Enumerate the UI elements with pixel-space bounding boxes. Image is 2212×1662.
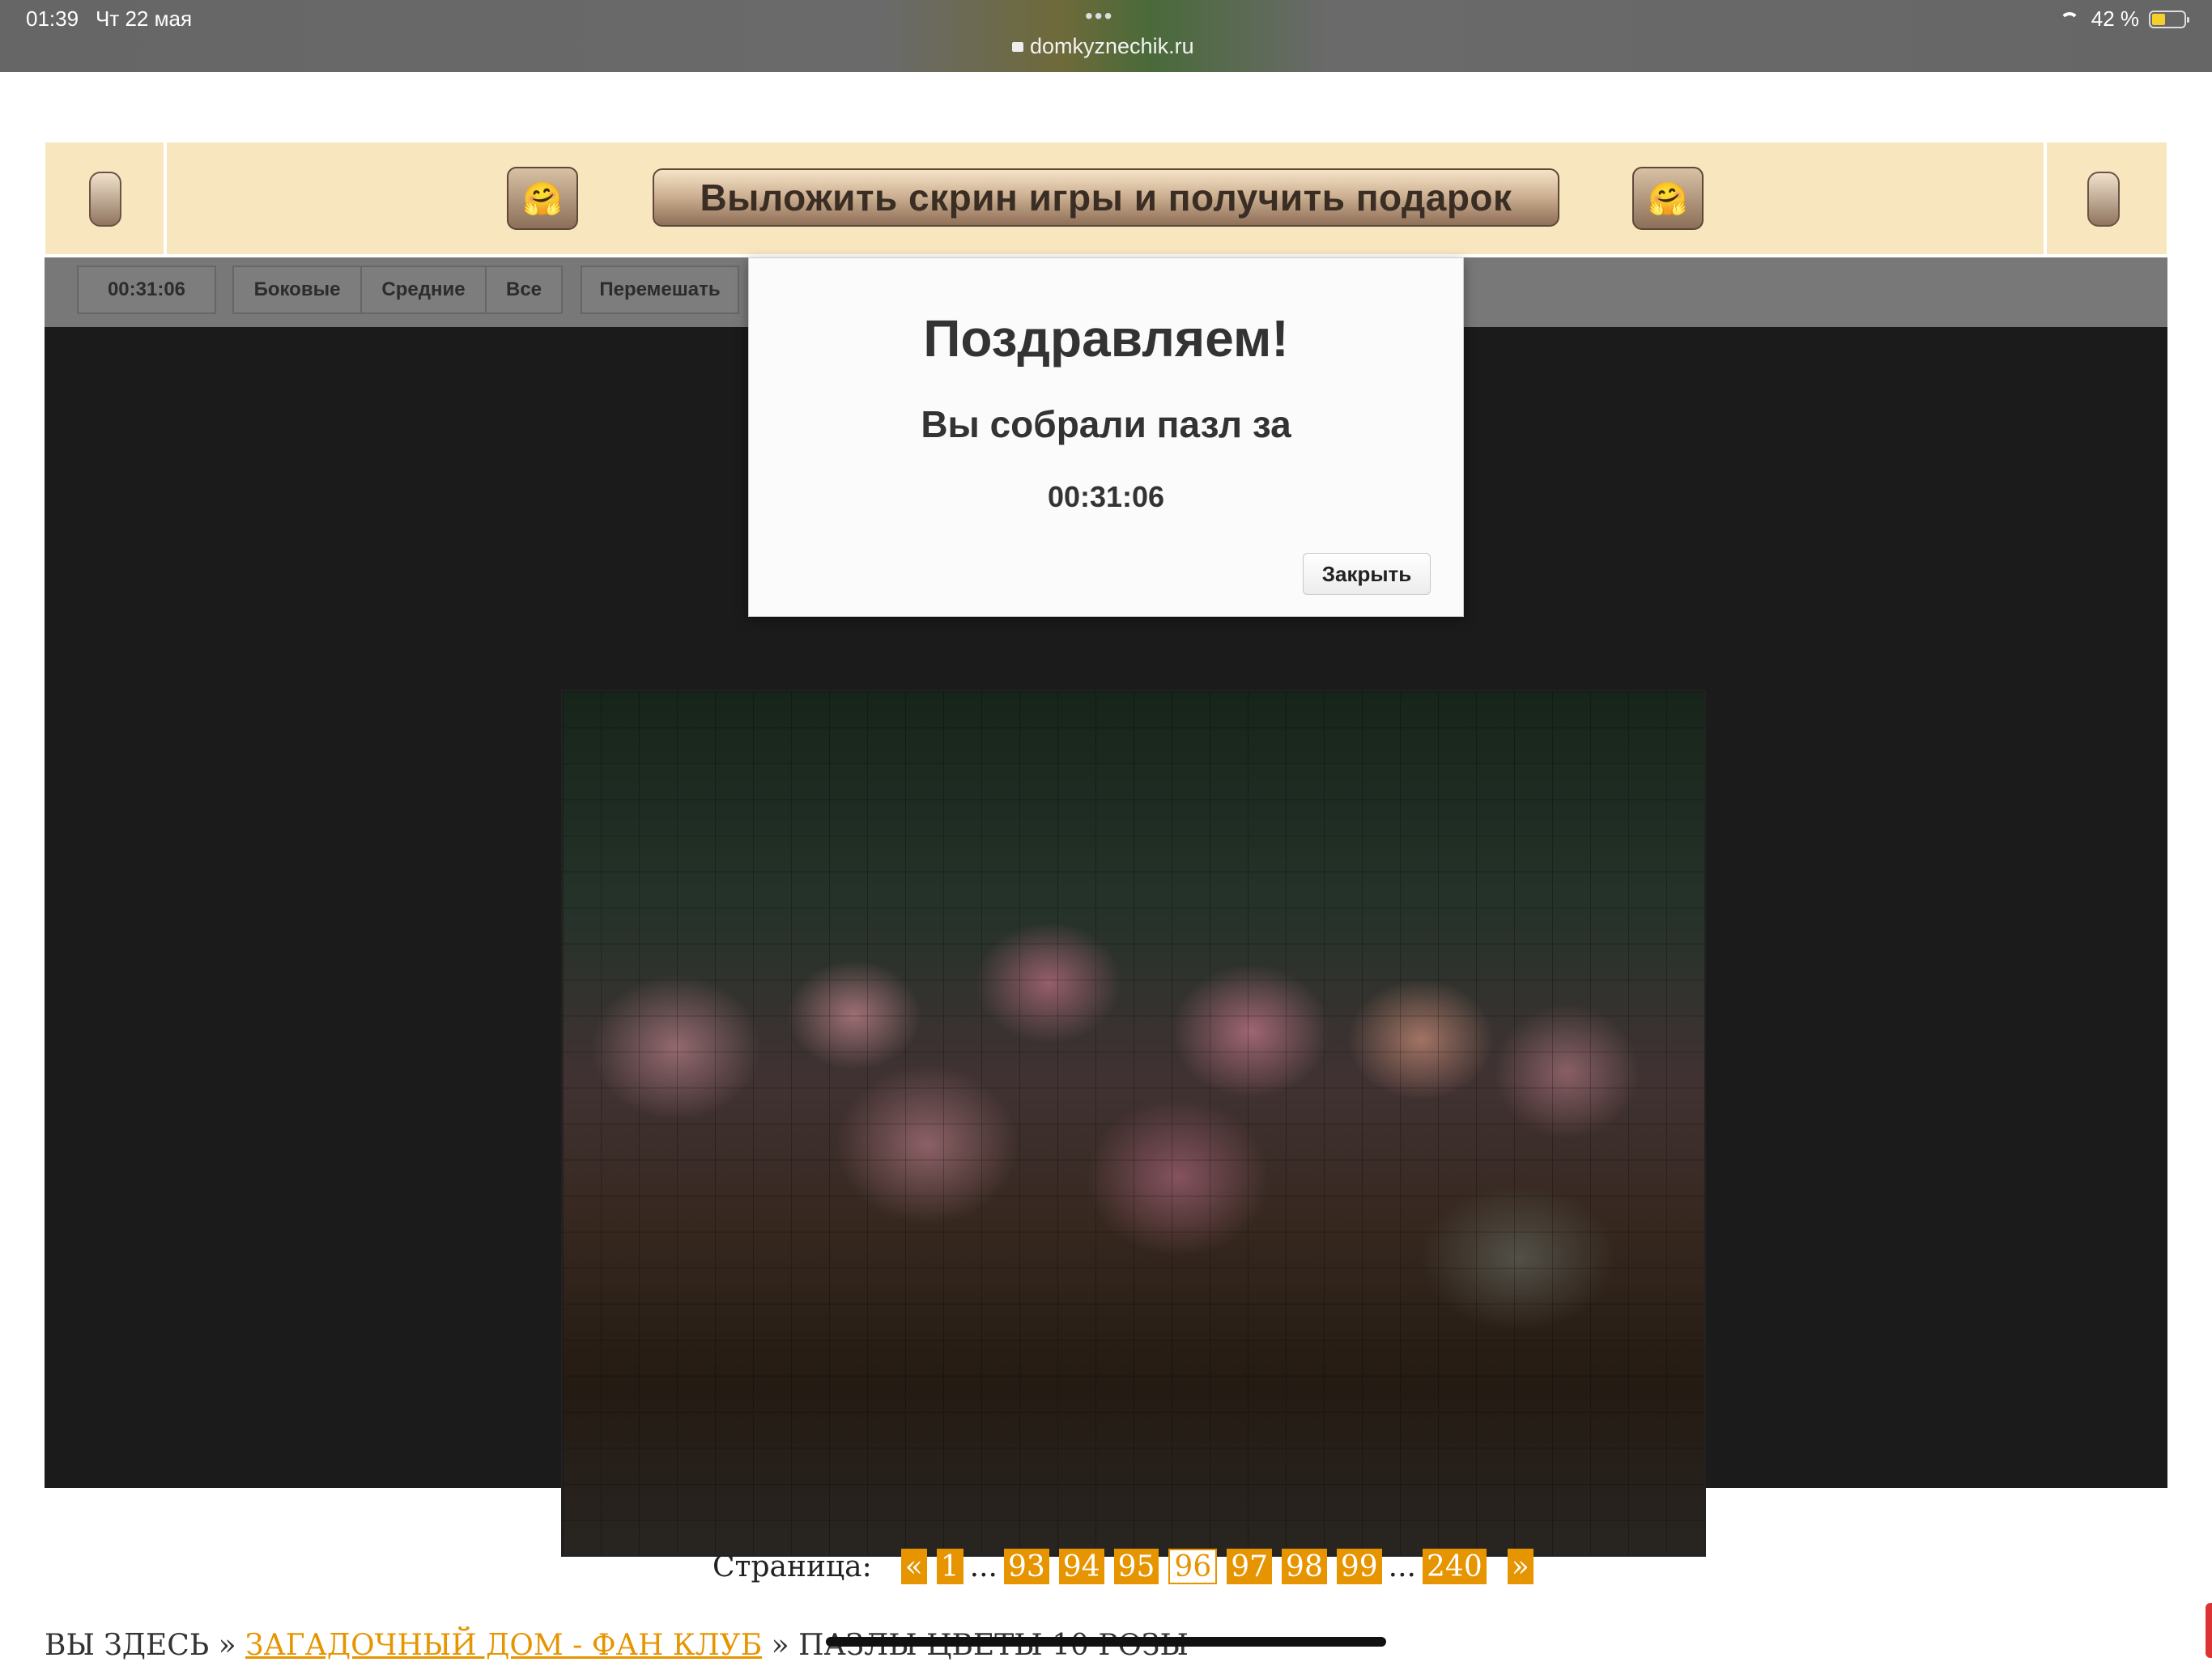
status-date: Чт 22 мая xyxy=(96,6,193,31)
page-link-1[interactable]: 1 xyxy=(936,1549,963,1584)
banner-scroll-right-handle[interactable] xyxy=(2087,172,2120,227)
assembled-puzzle-image[interactable] xyxy=(563,691,1704,1555)
page-link-99[interactable]: 99 xyxy=(1336,1549,1382,1584)
edge-tab xyxy=(2206,1603,2212,1658)
home-indicator[interactable] xyxy=(826,1637,1386,1647)
page-link-97[interactable]: 97 xyxy=(1227,1549,1273,1584)
congratulations-dialog: Поздравляем! Вы собрали пазл за 00:31:06… xyxy=(748,257,1464,617)
address-bar[interactable]: domkyznechik.ru xyxy=(1012,34,1194,59)
status-bar: 01:39 Чт 22 мая ••• domkyznechik.ru 42 % xyxy=(0,0,2212,72)
promo-banner: 🤗 Выложить скрин игры и получить подарок… xyxy=(45,142,2167,254)
breadcrumb-separator: » xyxy=(771,1629,789,1662)
shuffle-button[interactable]: Перемешать xyxy=(581,266,739,314)
battery-percent: 42 % xyxy=(2091,6,2139,31)
lock-icon xyxy=(1012,42,1023,52)
page-link-240[interactable]: 240 xyxy=(1423,1549,1487,1584)
filter-middle-button[interactable]: Средние xyxy=(360,266,487,314)
page-link-94[interactable]: 94 xyxy=(1058,1549,1104,1584)
hugging-face-emoji-icon[interactable]: 🤗 xyxy=(507,167,578,230)
next-page-link[interactable]: » xyxy=(1507,1549,1534,1584)
dialog-time: 00:31:06 xyxy=(1047,480,1165,513)
breadcrumb-prefix: ВЫ ЗДЕСЬ xyxy=(45,1629,210,1662)
pagination-label: Страница: xyxy=(713,1549,872,1583)
timer-display: 00:31:06 xyxy=(77,266,216,314)
post-screenshot-gift-button[interactable]: Выложить скрин игры и получить подарок xyxy=(653,168,1559,227)
filter-edge-button[interactable]: Боковые xyxy=(232,266,362,314)
battery-fill xyxy=(2152,13,2165,25)
battery-icon xyxy=(2149,10,2189,28)
current-page-96: 96 xyxy=(1168,1549,1218,1584)
pagination: Страница: « 1 ... 93 94 95 96 97 98 99 .… xyxy=(713,1548,1538,1585)
close-button[interactable]: Закрыть xyxy=(1303,553,1431,595)
dialog-subtitle: Вы собрали пазл за xyxy=(921,403,1291,445)
filter-all-button[interactable]: Все xyxy=(485,266,563,314)
status-right: 42 % xyxy=(2057,6,2189,32)
banner-divider-left xyxy=(164,142,167,254)
prev-page-link[interactable]: « xyxy=(900,1549,927,1584)
status-time: 01:39 xyxy=(26,6,79,31)
dialog-title: Поздравляем! xyxy=(923,309,1289,368)
page-link-98[interactable]: 98 xyxy=(1282,1549,1327,1584)
url-text: domkyznechik.ru xyxy=(1030,34,1194,58)
banner-divider-right xyxy=(2044,142,2047,254)
wifi-icon xyxy=(2057,11,2082,28)
modal-backdrop xyxy=(563,691,1704,1555)
page-link-93[interactable]: 93 xyxy=(1003,1549,1049,1584)
pagination-ellipsis: ... xyxy=(1388,1549,1417,1583)
hugging-face-emoji-icon-right[interactable]: 🤗 xyxy=(1632,167,1704,230)
multitask-dots-icon[interactable]: ••• xyxy=(1085,3,1113,29)
pagination-ellipsis: ... xyxy=(969,1549,998,1583)
banner-scroll-left-handle[interactable] xyxy=(89,172,121,227)
page-link-95[interactable]: 95 xyxy=(1113,1549,1159,1584)
breadcrumb-separator: » xyxy=(218,1629,236,1662)
breadcrumb-link-fan-club[interactable]: ЗАГАДОЧНЫЙ ДОМ - ФАН КЛУБ xyxy=(245,1629,762,1662)
